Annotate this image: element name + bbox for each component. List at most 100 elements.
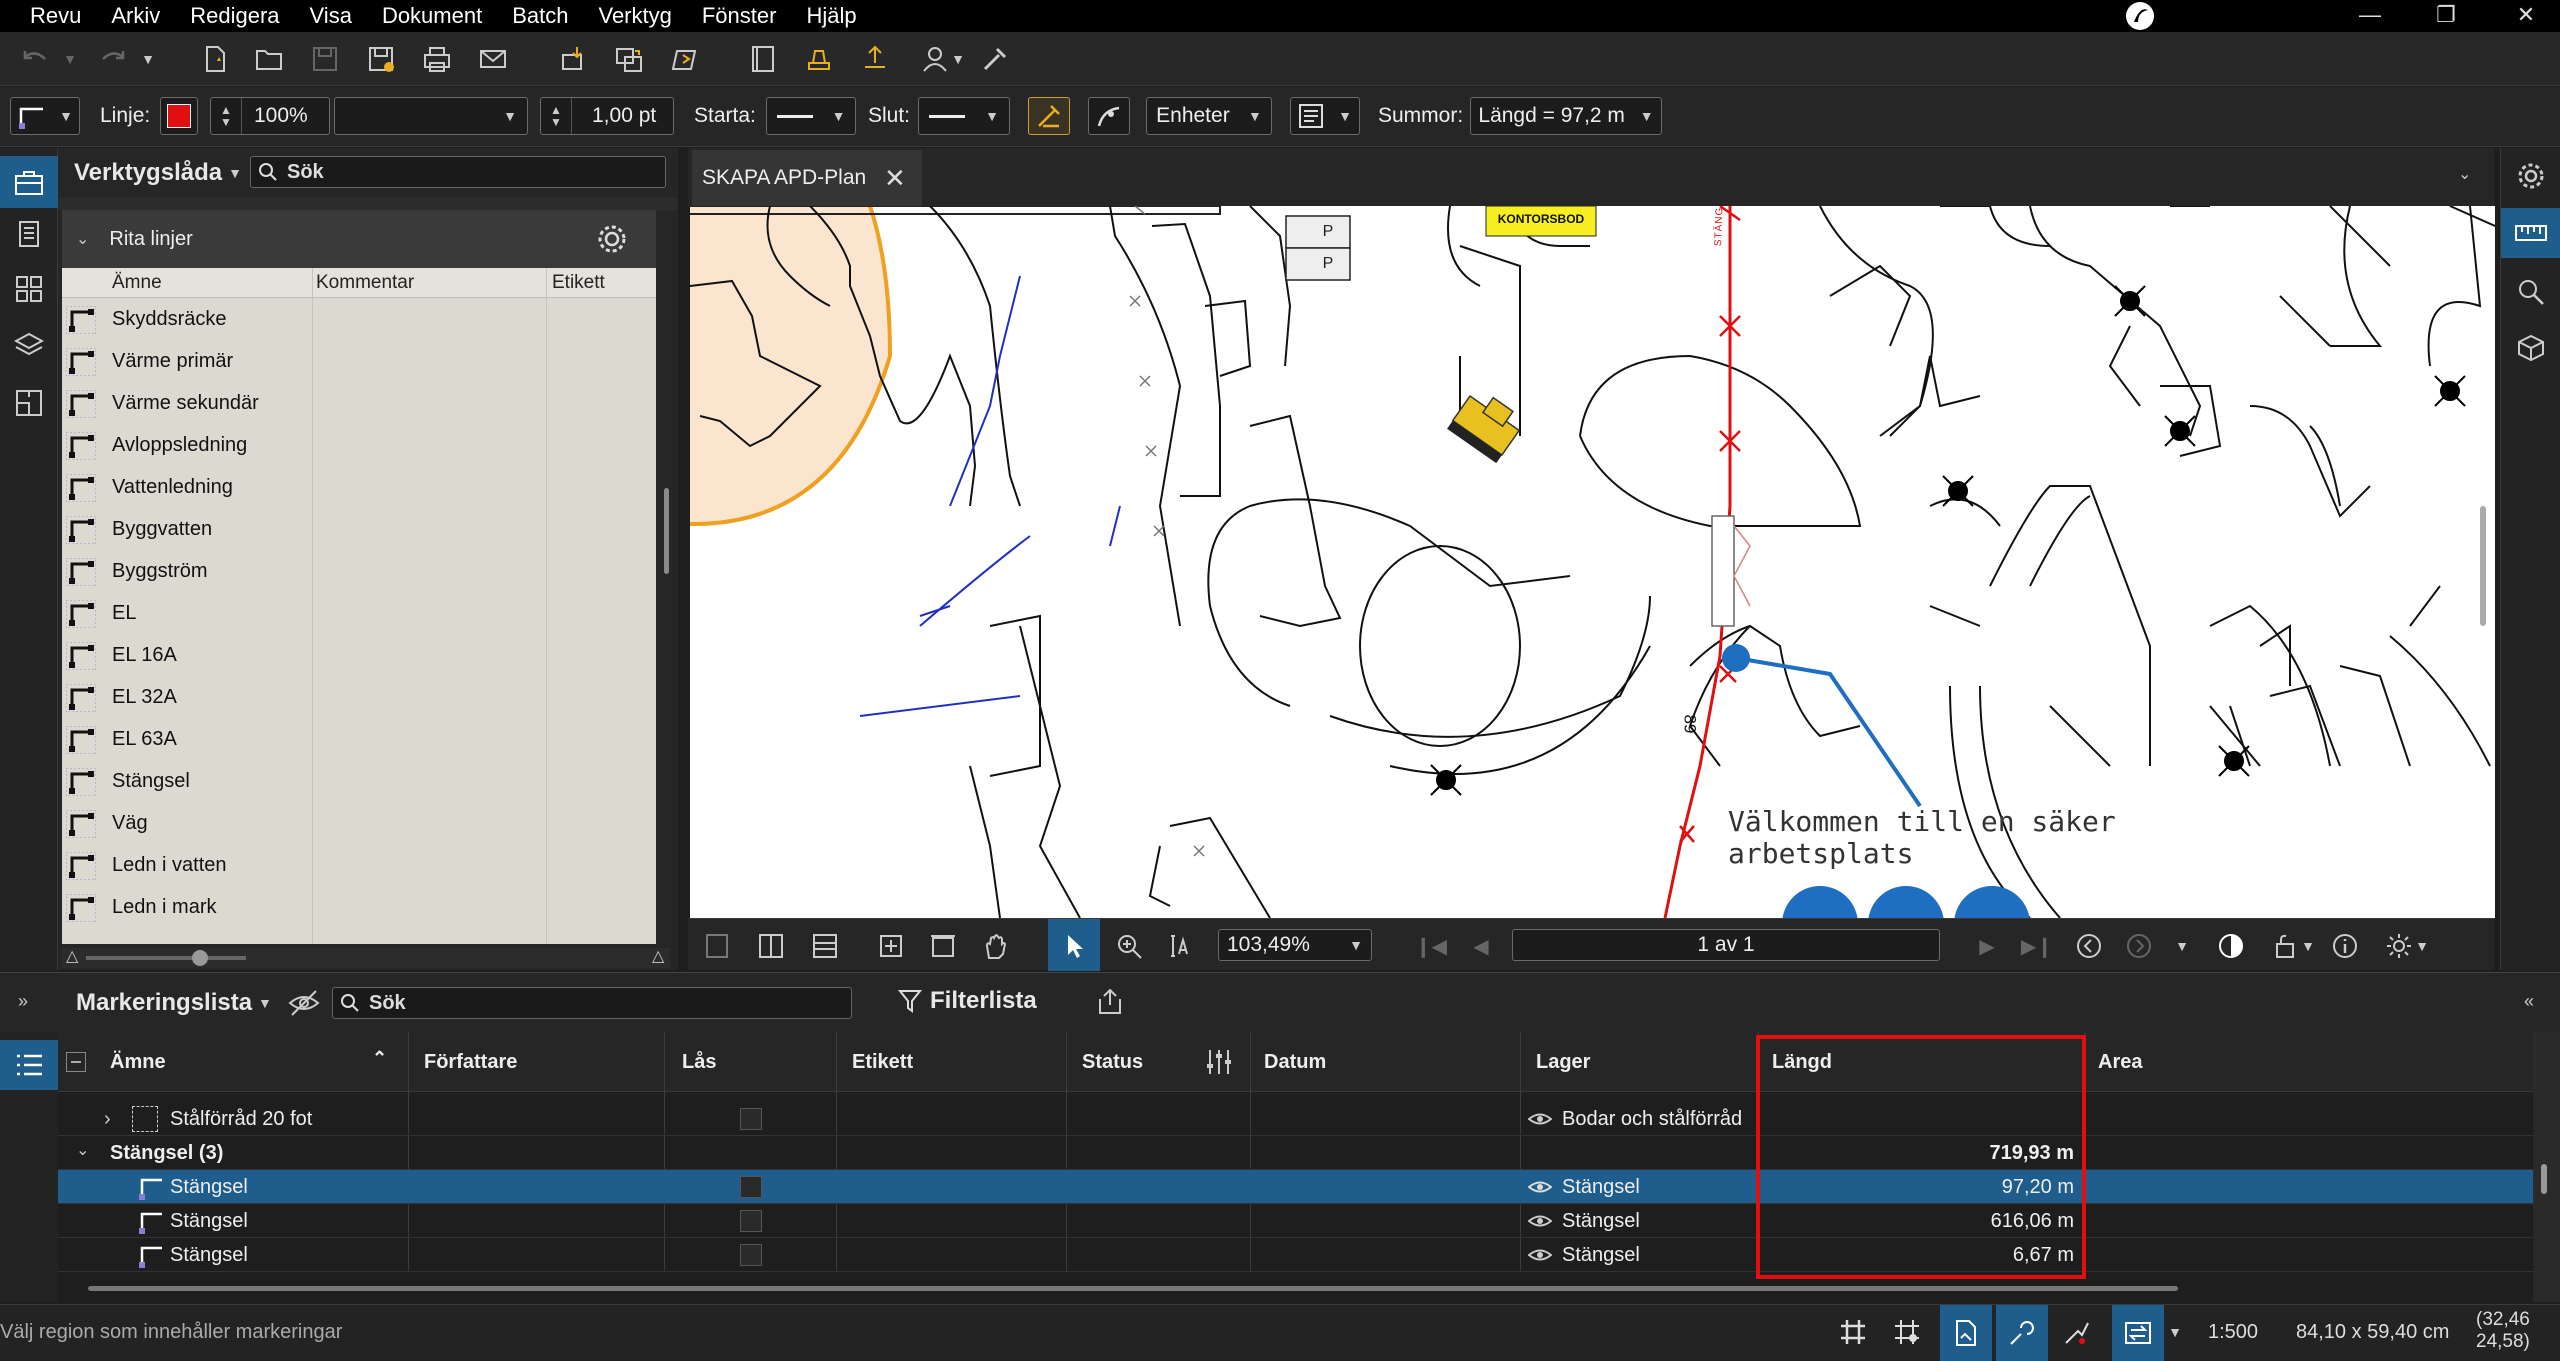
column-layer[interactable]: Lager [1536,1051,1590,1074]
tool-item[interactable]: Värme primär [62,340,656,382]
split-horizontal-icon[interactable] [806,927,844,965]
split-vertical-icon[interactable] [752,927,790,965]
expand-panel-icon[interactable]: » [18,991,28,1012]
properties-icon[interactable] [10,214,48,252]
menu-arkiv[interactable]: Arkiv [96,0,175,32]
list-view-icon[interactable] [0,1040,58,1090]
tool-item[interactable]: EL [62,592,656,634]
brightness-dropdown-icon[interactable]: ▼ [2412,927,2432,965]
line-style-dropdown[interactable]: ▼ [334,97,528,135]
redo-icon[interactable] [94,40,132,78]
redo-dropdown-icon[interactable]: ▼ [138,40,158,78]
user-dropdown-icon[interactable]: ▼ [948,40,968,78]
export-markups-icon[interactable] [610,40,648,78]
markup-list-dropdown-icon[interactable]: ▼ [258,995,272,1011]
tab-list-dropdown-icon[interactable]: ⌄ [2458,164,2471,184]
menu-verktyg[interactable]: Verktyg [583,0,686,32]
tool-item[interactable]: Värme sekundär [62,382,656,424]
previous-page-icon[interactable]: ◀ [1462,927,1500,965]
tool-group-header[interactable]: ⌄ Rita linjer [62,210,656,268]
print-icon[interactable] [418,40,456,78]
column-author[interactable]: Författare [424,1051,517,1074]
restore-button[interactable]: ❐ [2416,0,2476,32]
lock-checkbox[interactable] [740,1108,762,1130]
start-arrow-dropdown[interactable]: ▼ [766,97,856,135]
undo-icon[interactable] [16,40,54,78]
text-format-dropdown[interactable]: ▼ [1290,97,1360,135]
info-icon[interactable] [2326,927,2364,965]
tool-item[interactable]: EL 16A [62,634,656,676]
sync-icon[interactable] [2112,1305,2164,1361]
next-view-icon[interactable] [2120,927,2158,965]
scale-tool-icon[interactable] [1028,97,1070,135]
table-horizontal-scrollbar[interactable] [88,1286,2178,1291]
eyedropper-icon[interactable] [976,40,1014,78]
toolbox-dropdown-icon[interactable]: ▼ [228,165,242,181]
flatten-icon[interactable] [666,40,704,78]
column-settings-icon[interactable] [1204,1048,1234,1076]
table-row[interactable]: Stängsel Stängsel 97,20 m [58,1170,2533,1204]
contrast-icon[interactable] [2212,927,2250,965]
snap-to-markup-icon[interactable] [1996,1305,2048,1361]
fit-page-icon[interactable] [872,927,910,965]
lock-checkbox[interactable] [740,1176,762,1198]
chevron-right-icon[interactable]: › [104,1108,111,1131]
previous-view-icon[interactable] [2070,927,2108,965]
eye-icon[interactable] [1527,1246,1553,1270]
toolbox-vertical-scrollbar[interactable] [664,488,669,574]
minimize-button[interactable]: — [2340,0,2400,32]
upload-icon[interactable] [856,40,894,78]
toolbox-icon[interactable] [0,156,58,208]
search-panel-icon[interactable] [2511,272,2551,312]
tool-item[interactable]: Byggström [62,550,656,592]
pan-hand-icon[interactable] [976,927,1014,965]
filter-list-button[interactable]: Filterlista [898,987,1037,1015]
single-page-icon[interactable] [698,927,736,965]
new-document-icon[interactable] [196,40,234,78]
tool-item[interactable]: Väg [62,802,656,844]
snap-to-content-icon[interactable] [1940,1305,1992,1361]
sync-dropdown-icon[interactable]: ▼ [2164,1313,2186,1351]
line-color-swatch[interactable] [160,97,198,135]
units-dropdown[interactable]: Enheter ▼ [1146,97,1272,135]
close-window-button[interactable]: ✕ [2496,0,2556,32]
layers-icon[interactable] [10,326,48,364]
pdf-canvas[interactable]: P P KONTORSBOD STÄNGSEL 89 Välkommen til… [690,206,2495,918]
select-all-checkbox[interactable] [66,1052,86,1072]
tool-item[interactable]: Vattenledning [62,466,656,508]
tool-item[interactable]: EL 63A [62,718,656,760]
chevron-down-icon[interactable]: ⌄ [76,229,89,249]
polyline-tool-selector[interactable]: ▼ [10,97,80,135]
save-icon[interactable] [306,40,344,78]
fit-width-icon[interactable] [924,927,962,965]
table-row[interactable]: Stängsel Stängsel 616,06 m [58,1204,2533,1238]
toolbox-search-input[interactable]: Sök [250,156,666,188]
collapse-panel-icon[interactable]: « [2524,991,2534,1012]
zoom-icon[interactable] [1110,927,1148,965]
lock-checkbox[interactable] [740,1210,762,1232]
column-lock[interactable]: Lås [682,1051,716,1074]
tool-item[interactable]: Avloppsledning [62,424,656,466]
tool-item[interactable]: Ledn i vatten [62,844,656,886]
document-tab[interactable]: SKAPA APD-Plan ✕ [692,150,922,206]
reuse-markup-icon[interactable] [2058,1313,2096,1351]
view-dropdown-icon[interactable]: ▼ [2172,927,2192,965]
settings-gear-icon[interactable] [2511,156,2551,196]
tool-item[interactable]: Stängsel [62,760,656,802]
page-number-field[interactable]: 1 av 1 [1512,929,1940,961]
canvas-vertical-scrollbar[interactable] [2480,506,2486,626]
sort-ascending-icon[interactable]: ⌃ [372,1048,387,1069]
export-icon[interactable] [1096,987,1124,1017]
stamp-icon[interactable] [800,40,838,78]
table-row-group[interactable]: ⌄ Stängsel (3) 719,93 m [58,1136,2533,1170]
email-icon[interactable] [474,40,512,78]
menu-visa[interactable]: Visa [295,0,367,32]
scale-readout[interactable]: 1:500 [2208,1321,2258,1344]
first-page-icon[interactable]: ❙◀ [1412,927,1450,965]
column-status[interactable]: Status [1082,1051,1143,1074]
thumbnails-icon[interactable] [10,270,48,308]
markup-search-input[interactable]: Sök [332,987,852,1019]
menu-hjalp[interactable]: Hjälp [791,0,871,32]
column-subject[interactable]: Ämne [110,1051,166,1074]
next-page-icon[interactable]: ▶ [1968,927,2006,965]
